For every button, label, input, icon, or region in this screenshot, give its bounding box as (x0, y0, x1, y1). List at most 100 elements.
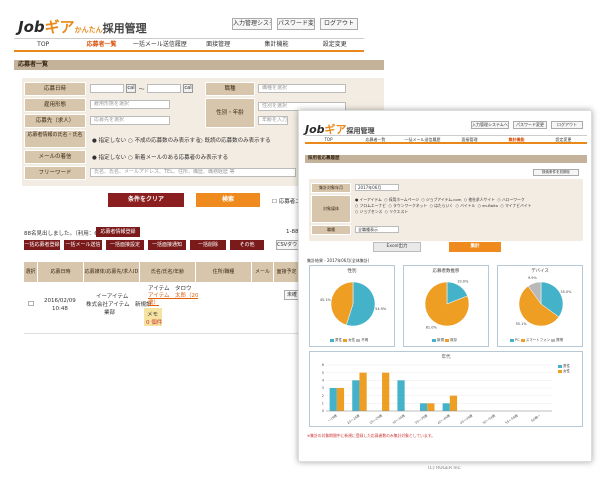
logout-button-front[interactable]: ログアウト (551, 121, 583, 129)
media-option[interactable]: ○ ハローワーク (497, 197, 524, 202)
radio-name-unread[interactable]: ○ 不成の応募数のみ表示する (128, 136, 201, 144)
bulk-register-button[interactable]: 一括応募者登録 (24, 240, 60, 250)
y-tick-label: 2 (322, 394, 324, 398)
media-option[interactable]: ○ ジョブアイテム.com (421, 197, 461, 202)
media-option[interactable]: ○ フロムエーナビ (355, 203, 386, 208)
media-option[interactable]: ○ はたらいく (430, 203, 453, 208)
nav-top[interactable]: TOP (14, 39, 72, 50)
bar (449, 395, 458, 411)
bar (336, 388, 345, 411)
job-select-front[interactable]: 全職種表示 (355, 226, 399, 233)
clear-conditions-button[interactable]: 条件をクリア (108, 193, 184, 207)
nav-bulk-mail[interactable]: 一括メール送信履歴 (131, 39, 189, 50)
media-option[interactable]: ○ バイトル (456, 203, 476, 208)
x-tick-label: 45〜49歳 (459, 412, 474, 425)
password-change-button[interactable]: パスワード変更 (277, 18, 315, 30)
nav-bulk-mail-front[interactable]: 一括メール送信履歴 (399, 136, 446, 142)
pie-chart-trend: 応募者数推移 19.0% 81.0% 新規 既存 (403, 265, 489, 347)
x-tick-label: 60歳〜 (530, 412, 542, 423)
aggregate-button[interactable]: 集計 (449, 242, 501, 252)
excel-export-button[interactable]: Excel出力 (373, 242, 421, 252)
media-option[interactable]: ○ 他社求人サイト (464, 197, 495, 202)
date-separator: 〜 (139, 87, 145, 93)
media-option[interactable]: ○ en-Baito (478, 203, 498, 208)
app-logo[interactable]: Jobギアかんたん採用管理 (18, 16, 147, 37)
row-name-age[interactable]: 歳） (148, 298, 159, 306)
pie-data-label: 35.0% (560, 290, 572, 294)
other-button[interactable]: その他 (230, 240, 264, 250)
reset-conditions-button[interactable]: 検索条件を初期化 (533, 169, 579, 176)
period-select[interactable]: 2017年06月 (355, 184, 399, 191)
media-option[interactable]: ● イーアイテム (355, 197, 382, 202)
nav-applicants[interactable]: 応募者一覧 (72, 39, 130, 50)
label-job: 応募先（求人） (24, 114, 86, 128)
bulk-delete-button[interactable]: 一括削除 (190, 240, 226, 250)
radio-name-read[interactable]: ○ 既読の応募数のみ表示する (198, 136, 271, 144)
memo-count: 0 個件 (146, 320, 163, 326)
main-nav-front: TOP 応募者一覧 一括メール送信履歴 面接管理 集計機能 設定変更 (305, 135, 587, 144)
nav-interview[interactable]: 面接管理 (189, 39, 247, 50)
nav-settings-front[interactable]: 設定変更 (540, 136, 587, 142)
input-system-button-front[interactable]: 入力管理システムへ (471, 121, 509, 129)
row-checkbox[interactable]: ☐ (28, 300, 34, 308)
row-media-1: イーアイテム (96, 294, 129, 300)
pie-legend: PC スマートフォン 携帯 (510, 338, 563, 343)
label-employment: 雇用形態 (24, 98, 86, 112)
media-option[interactable]: ○ マイナビバイト (500, 203, 531, 208)
media-option[interactable]: ○ 採用ホームページ (384, 197, 419, 202)
media-option[interactable]: ○ ジョブセンス (355, 209, 382, 214)
label-media: 対象媒体 (311, 195, 351, 223)
nav-settings[interactable]: 設定変更 (306, 39, 364, 50)
date-to-calendar-button[interactable]: cal (183, 84, 193, 93)
input-system-button[interactable]: 入力管理システムへ (232, 18, 272, 30)
row-media-2: 株式会社アイテム 新規設 (86, 302, 152, 308)
bar (420, 403, 428, 411)
label-freeword: フリーワード (24, 166, 86, 180)
label-shokushu: 職種 (205, 82, 255, 96)
pie-svg: 19.0% 81.0% (424, 279, 470, 330)
nav-aggregate-front[interactable]: 集計機能 (493, 136, 540, 142)
bar (382, 372, 390, 411)
employment-select[interactable]: 雇用形態を選択 (90, 100, 170, 109)
date-to-input[interactable] (147, 84, 181, 93)
media-option[interactable]: ○ リクエスト (385, 209, 409, 214)
nav-applicants-front[interactable]: 応募者一覧 (352, 136, 399, 142)
bulk-notify-button[interactable]: 一括面接通知 (148, 240, 186, 250)
date-from-calendar-button[interactable]: cal (126, 84, 136, 93)
row-media-3: 業部 (104, 310, 116, 316)
nav-top-front[interactable]: TOP (305, 136, 352, 142)
nav-aggregate[interactable]: 集計機能 (247, 39, 305, 50)
pie-data-label: 45.1% (320, 298, 332, 302)
bulk-interview-button[interactable]: 一括面接設定 (106, 240, 144, 250)
bar-legend: 男性 女性 (558, 364, 570, 374)
radio-mail-none[interactable]: ● 指定しない (92, 153, 126, 161)
logout-button[interactable]: ログアウト (320, 18, 358, 30)
nav-interview-front[interactable]: 面接管理 (446, 136, 493, 142)
csv-download-button[interactable]: CSVダウン (276, 240, 300, 250)
label-mail: メールの着信 (24, 150, 86, 164)
result-header: 集計結果 - 2017年06月(全体集計) (307, 258, 370, 263)
radio-name-none[interactable]: ● 指定しない (92, 136, 126, 144)
search-button[interactable]: 検索 (196, 193, 260, 207)
pie-svg: 35.0% 55.1% 9.9% (516, 276, 573, 326)
date-from-input[interactable] (90, 84, 124, 93)
x-tick-label: 〜19歳 (326, 412, 338, 423)
label-gender-age: 性別・年齢 (205, 98, 255, 128)
password-change-button-front[interactable]: パスワード変更 (513, 121, 547, 129)
x-tick-label: 30〜34歳 (391, 412, 406, 425)
bar (427, 403, 435, 411)
age-input[interactable]: 年齢を入力 (258, 116, 288, 125)
shokushu-select[interactable]: 職種を選択 (258, 84, 346, 93)
y-tick-label: 1 (322, 402, 324, 406)
freeword-input[interactable]: 氏名、氏名、メールアドレス、TEL、住所、職歴、職務経歴 等 (90, 168, 296, 177)
bulk-mail-button[interactable]: 一括メール送信 (64, 240, 102, 250)
job-select[interactable]: 応募先を選択 (90, 116, 170, 125)
radio-mail-new[interactable]: ○ 新着メールのある応募者のみ表示する (128, 153, 228, 161)
media-option[interactable]: ○ タウンワークネット (389, 203, 428, 208)
pie-data-label: 54.9% (375, 307, 387, 311)
x-tick-label: 25〜29歳 (368, 412, 383, 425)
x-tick-label: 20〜24歳 (346, 412, 361, 425)
register-applicant-button[interactable]: 応募者情報登録 (96, 227, 140, 237)
footer-note: ※集計の対象期間中に新規に登録した応募者数のみ集計対象としています。 (307, 433, 435, 438)
media-checkbox-group: ● イーアイテム ○ 採用ホームページ ○ ジョブアイテム.com ○ 他社求人… (355, 197, 581, 215)
